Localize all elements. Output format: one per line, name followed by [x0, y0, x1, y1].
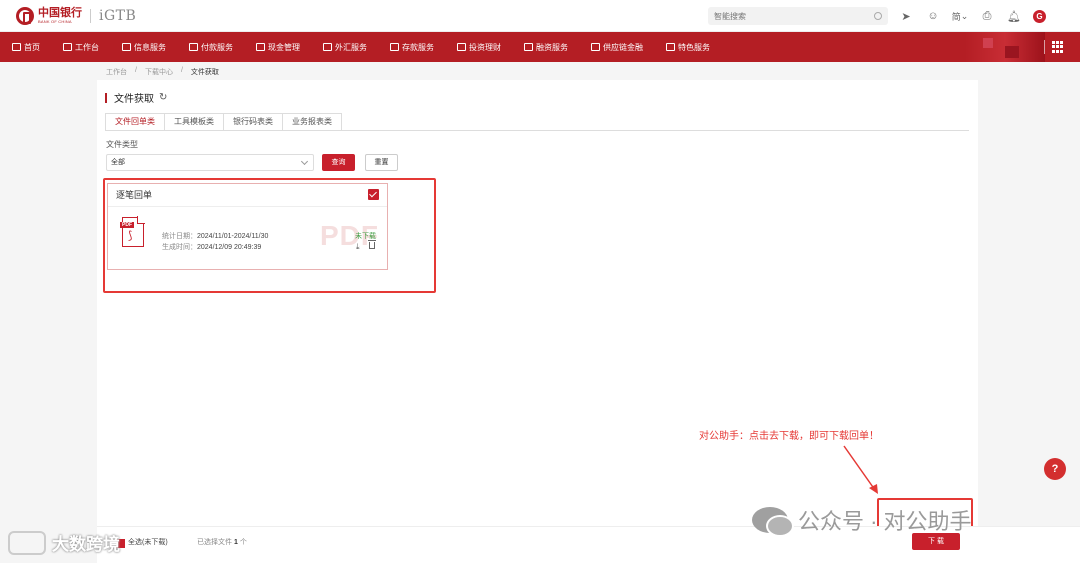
avatar[interactable]: G — [1033, 9, 1046, 23]
page-title-text: 文件获取 — [114, 94, 154, 105]
refresh-icon[interactable]: ↻ — [159, 92, 167, 103]
home-icon — [12, 43, 21, 51]
invest-icon — [457, 43, 466, 51]
left-watermark-text: 大数跨境 — [52, 535, 120, 554]
nav-decoration — [965, 32, 1045, 62]
top-bar: 中国银行 BANK OF CHINA iGTB ➤ ☺ 简⌄ ⎙ 🔔︎ G — [0, 0, 1080, 32]
nav-label: 存款服务 — [402, 42, 434, 52]
nav-label: 融资服务 — [536, 42, 568, 52]
nav-item-info[interactable]: 信息服务 — [122, 42, 166, 53]
nav-item-payment[interactable]: 付款服务 — [189, 42, 233, 53]
app-grid-icon[interactable] — [1052, 41, 1064, 53]
wechat-icon — [752, 507, 794, 537]
breadcrumb-sep: / — [180, 67, 183, 74]
file-type-label: 文件类型 — [106, 140, 138, 149]
nav-item-financing[interactable]: 融资服务 — [524, 42, 568, 53]
select-all-label[interactable]: 全选(未下载) — [128, 537, 168, 547]
nav-label: 付款服务 — [201, 42, 233, 52]
bell-icon[interactable]: 🔔︎ — [1006, 8, 1022, 24]
nav-label: 投资理财 — [469, 42, 501, 52]
supply-chain-icon — [591, 43, 600, 51]
language-switch[interactable]: 简 ⌄ — [951, 8, 969, 24]
nav-item-supply-chain[interactable]: 供应链金融 — [591, 42, 643, 53]
tab-business-report[interactable]: 业务报表类 — [282, 113, 342, 130]
search-box[interactable] — [708, 7, 888, 25]
nav-item-workbench[interactable]: 工作台 — [63, 42, 99, 53]
page-title: 文件获取 ↻ — [105, 90, 167, 105]
breadcrumb-current: 文件获取 — [190, 69, 219, 76]
nav-label: 现金管理 — [268, 42, 300, 52]
nav-item-cash[interactable]: 现金管理 — [256, 42, 300, 53]
breadcrumb-download-center[interactable]: 下载中心 — [145, 67, 173, 77]
wechat-watermark: 公众号 · 对公助手 — [752, 504, 972, 537]
nav-label: 外汇服务 — [335, 42, 367, 52]
bank-name-cn: 中国银行 — [38, 6, 82, 19]
file-type-select[interactable]: 全部 — [106, 154, 314, 171]
reset-button[interactable]: 重置 — [365, 154, 398, 171]
file-tabs: 文件回单类 工具模板类 银行码表类 业务报表类 — [105, 113, 342, 130]
deposit-icon — [390, 43, 399, 51]
workbench-icon — [63, 43, 72, 51]
nav-label: 工作台 — [75, 42, 99, 52]
forex-icon — [323, 43, 332, 51]
service-icon[interactable]: ☺ — [925, 8, 941, 24]
special-icon — [666, 43, 675, 51]
igtb-logo: iGTB — [99, 7, 137, 24]
logo-divider — [90, 8, 91, 23]
watermark-logo-icon — [8, 530, 46, 555]
send-icon[interactable]: ➤ — [898, 8, 914, 24]
nav-label: 信息服务 — [134, 42, 166, 52]
wechat-watermark-text: 公众号 · 对公助手 — [798, 509, 972, 534]
search-icon[interactable] — [874, 12, 882, 20]
nav-label: 首页 — [24, 42, 40, 52]
nav-item-forex[interactable]: 外汇服务 — [323, 42, 367, 53]
tab-divider — [105, 130, 969, 131]
info-icon — [122, 43, 131, 51]
query-button[interactable]: 查询 — [322, 154, 355, 171]
search-input[interactable] — [714, 11, 864, 21]
selected-count: 1 — [233, 539, 238, 546]
annotation-arrow — [843, 445, 878, 494]
nav-label: 供应链金融 — [603, 42, 643, 52]
annotation-text: 对公助手：点击去下载，即可下载回单！ — [699, 431, 879, 442]
breadcrumb: 工作台 / 下载中心 / 文件获取 — [106, 67, 227, 77]
language-label: 简 — [951, 11, 961, 22]
tab-receipt[interactable]: 文件回单类 — [105, 113, 165, 130]
nav-item-invest[interactable]: 投资理财 — [457, 42, 501, 53]
left-watermark: 大数跨境 — [8, 530, 120, 555]
breadcrumb-sep: / — [135, 67, 137, 74]
tab-tool-template[interactable]: 工具模板类 — [164, 113, 224, 130]
nav-label: 特色服务 — [678, 42, 710, 52]
financing-icon — [524, 43, 533, 51]
cash-icon — [256, 43, 265, 51]
selected-count-text: 已选择文件 1 个 — [197, 539, 247, 546]
title-accent-bar — [105, 92, 107, 103]
breadcrumb-workbench[interactable]: 工作台 — [106, 67, 127, 77]
tab-bank-code[interactable]: 银行码表类 — [223, 113, 283, 130]
bank-name-en: BANK OF CHINA — [38, 19, 72, 24]
nav-item-home[interactable]: 首页 — [12, 42, 40, 53]
help-button[interactable]: ? — [1044, 458, 1066, 480]
highlight-box-card — [103, 178, 436, 293]
chevron-down-icon — [300, 157, 309, 166]
nav-divider — [1044, 40, 1045, 54]
boc-logo-icon — [16, 6, 34, 25]
main-nav: 首页 工作台 信息服务 付款服务 现金管理 外汇服务 存款服务 投资理财 融资服… — [0, 32, 1080, 62]
nav-item-deposit[interactable]: 存款服务 — [390, 42, 434, 53]
nav-item-special[interactable]: 特色服务 — [666, 42, 710, 53]
file-type-value: 全部 — [111, 159, 125, 166]
payment-icon — [189, 43, 198, 51]
print-icon[interactable]: ⎙ — [979, 8, 995, 24]
top-toolbar: ➤ ☺ 简 ⌄ ⎙ 🔔︎ G — [898, 8, 1046, 24]
bank-logo[interactable]: 中国银行 BANK OF CHINA iGTB — [16, 6, 137, 25]
